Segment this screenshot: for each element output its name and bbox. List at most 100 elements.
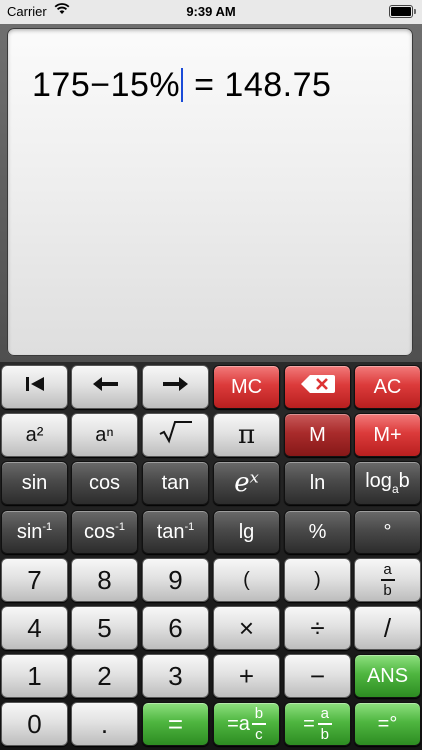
arccos-label: cos-1 xyxy=(84,521,125,543)
ans-button[interactable]: ANS xyxy=(354,654,421,698)
all-clear-button[interactable]: AC xyxy=(354,365,421,409)
digit-7-label: 7 xyxy=(27,565,42,595)
digit-0-label: 0 xyxy=(27,709,42,739)
exp-label: eˣ xyxy=(234,468,259,498)
memory-add-button[interactable]: M+ xyxy=(354,413,421,457)
fraction-label: ab xyxy=(380,562,395,598)
result-value: 148.75 xyxy=(224,66,332,104)
expression-line: 175−15% = 148.75 xyxy=(32,66,331,105)
arcsin-label: sin-1 xyxy=(16,521,53,543)
minus-button[interactable]: − xyxy=(284,654,351,698)
memory-clear-label: MC xyxy=(230,376,263,398)
digit-6-button[interactable]: 6 xyxy=(142,606,209,650)
sin-button[interactable]: sin xyxy=(1,461,68,505)
equals-mixed-fraction-label: =a bc xyxy=(227,706,266,742)
pi-button[interactable]: π xyxy=(213,413,280,457)
digit-5-button[interactable]: 5 xyxy=(71,606,138,650)
memory-recall-button[interactable]: M xyxy=(284,413,351,457)
tan-label: tan xyxy=(161,472,190,494)
pi-label: π xyxy=(237,420,256,450)
sin-label: sin xyxy=(21,472,48,494)
fraction-button[interactable]: ab xyxy=(354,558,421,602)
multiply-label: × xyxy=(238,613,255,643)
sqrt-icon xyxy=(158,420,194,450)
arrow-right-icon xyxy=(160,375,192,399)
cos-label: cos xyxy=(88,472,121,494)
arccos-button[interactable]: cos-1 xyxy=(71,510,138,554)
sqrt-button[interactable] xyxy=(142,413,209,457)
slash-button[interactable]: / xyxy=(354,606,421,650)
arctan-button[interactable]: tan-1 xyxy=(142,510,209,554)
ln-button[interactable]: ln xyxy=(284,461,351,505)
digit-7-button[interactable]: 7 xyxy=(1,558,68,602)
minus-label: − xyxy=(309,661,326,691)
cursor-start-button[interactable] xyxy=(1,365,68,409)
display-frame: 175−15% = 148.75 xyxy=(0,24,422,362)
status-time: 9:39 AM xyxy=(186,4,236,19)
divide-button[interactable]: ÷ xyxy=(284,606,351,650)
log-base-button[interactable]: logab xyxy=(354,461,421,505)
equals-mixed-fraction-button[interactable]: =a bc xyxy=(213,702,280,746)
power-button[interactable]: aⁿ xyxy=(71,413,138,457)
memory-recall-label: M xyxy=(309,424,326,446)
decimal-point-label: . xyxy=(100,709,109,739)
equals-label: = xyxy=(167,709,184,739)
skip-to-start-icon xyxy=(22,375,48,399)
arcsin-button[interactable]: sin-1 xyxy=(1,510,68,554)
digit-4-button[interactable]: 4 xyxy=(1,606,68,650)
square-button[interactable]: a² xyxy=(1,413,68,457)
percent-label: % xyxy=(308,521,327,543)
digit-2-button[interactable]: 2 xyxy=(71,654,138,698)
digit-1-button[interactable]: 1 xyxy=(1,654,68,698)
log-label: logab xyxy=(365,470,410,496)
digit-2-label: 2 xyxy=(97,661,112,691)
divide-label: ÷ xyxy=(310,613,325,643)
degree-label: ° xyxy=(383,521,392,543)
calculator-display[interactable]: 175−15% = 148.75 xyxy=(7,28,413,356)
log-arg: b xyxy=(398,470,410,492)
multiply-button[interactable]: × xyxy=(213,606,280,650)
power-label: aⁿ xyxy=(95,424,114,446)
equals-fraction-button[interactable]: = ab xyxy=(284,702,351,746)
percent-button[interactable]: % xyxy=(284,510,351,554)
decimal-point-button[interactable]: . xyxy=(71,702,138,746)
ln-label: ln xyxy=(309,472,326,494)
cursor-left-button[interactable] xyxy=(71,365,138,409)
square-label: a² xyxy=(25,424,44,446)
equals-degree-button[interactable]: =° xyxy=(354,702,421,746)
memory-clear-button[interactable]: MC xyxy=(213,365,280,409)
digit-9-button[interactable]: 9 xyxy=(142,558,209,602)
equals-fraction-label: = ab xyxy=(303,706,332,742)
digit-8-label: 8 xyxy=(97,565,112,595)
open-paren-button[interactable]: ( xyxy=(213,558,280,602)
arrow-left-icon xyxy=(89,375,121,399)
keypad: MC AC a² aⁿ π M M+ sin cos tan eˣ ln log… xyxy=(0,362,422,750)
lg-label: lg xyxy=(238,521,255,543)
digit-6-label: 6 xyxy=(168,613,183,643)
close-paren-label: ) xyxy=(314,569,321,591)
exp-button[interactable]: eˣ xyxy=(213,461,280,505)
close-paren-button[interactable]: ) xyxy=(284,558,351,602)
expression-text: 175−15% xyxy=(32,66,181,104)
lg-button[interactable]: lg xyxy=(213,510,280,554)
status-bar: Carrier 9:39 AM xyxy=(0,0,422,24)
cos-button[interactable]: cos xyxy=(71,461,138,505)
plus-button[interactable]: + xyxy=(213,654,280,698)
equals-button[interactable]: = xyxy=(142,702,209,746)
digit-8-button[interactable]: 8 xyxy=(71,558,138,602)
backspace-icon xyxy=(300,374,336,400)
backspace-button[interactable] xyxy=(284,365,351,409)
ans-label: ANS xyxy=(366,665,409,687)
digit-3-button[interactable]: 3 xyxy=(142,654,209,698)
degree-button[interactable]: ° xyxy=(354,510,421,554)
digit-1-label: 1 xyxy=(27,661,42,691)
plus-label: + xyxy=(238,661,255,691)
digit-4-label: 4 xyxy=(27,613,42,643)
cursor-right-button[interactable] xyxy=(142,365,209,409)
text-cursor xyxy=(181,68,184,102)
arctan-label: tan-1 xyxy=(156,521,195,543)
all-clear-label: AC xyxy=(373,376,402,398)
tan-button[interactable]: tan xyxy=(142,461,209,505)
digit-0-button[interactable]: 0 xyxy=(1,702,68,746)
log-base-sub: a xyxy=(391,482,399,496)
